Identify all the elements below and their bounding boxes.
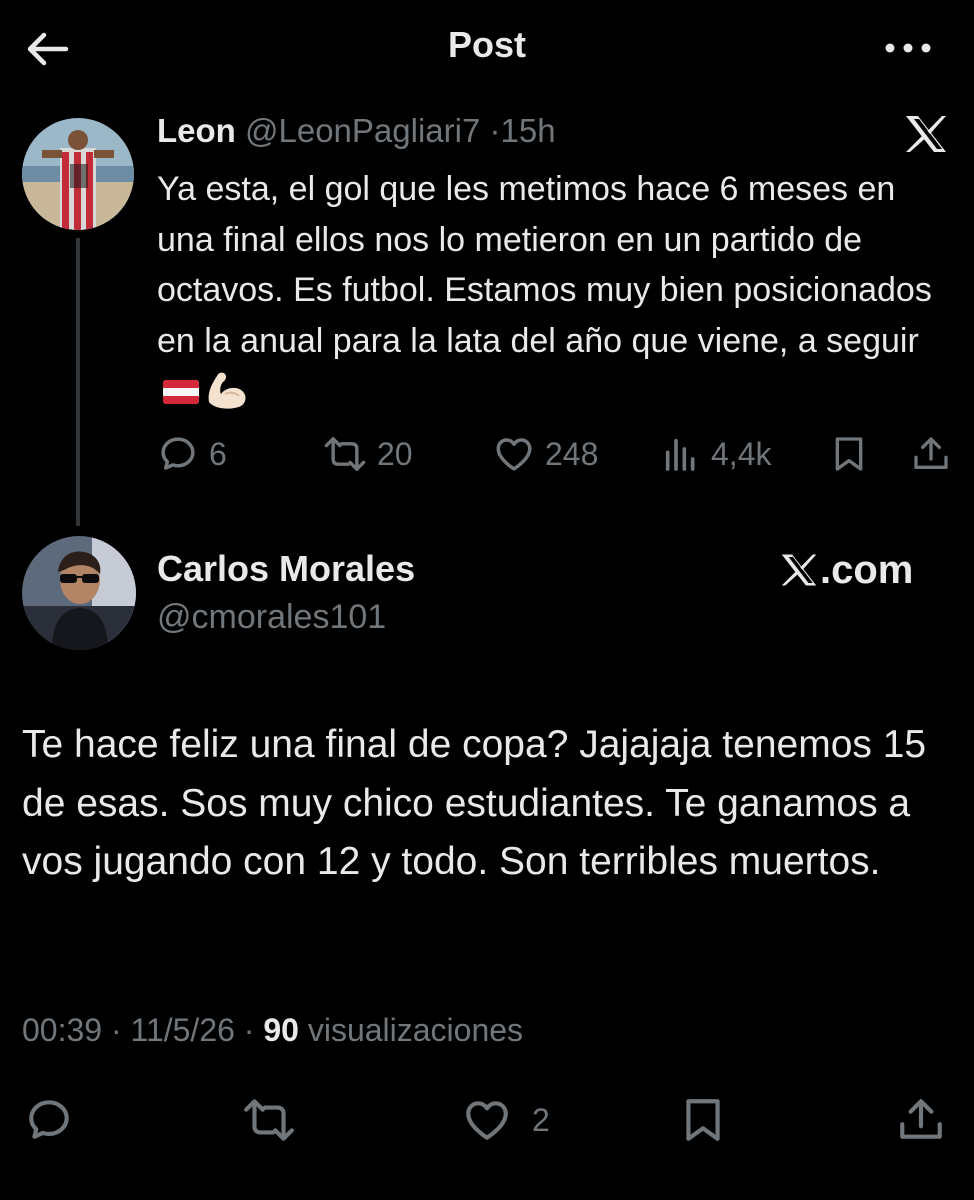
post-time: 15h — [500, 112, 556, 149]
more-options-button[interactable] — [880, 30, 936, 66]
more-icon — [885, 43, 931, 53]
share-icon — [900, 1099, 942, 1139]
brand-domain: .com — [820, 547, 914, 592]
bookmark-button[interactable] — [678, 1090, 728, 1150]
tweet-text-content: Ya esta, el gol que les metimos hace 6 m… — [157, 170, 932, 360]
like-icon — [496, 438, 532, 471]
author-name[interactable]: Carlos Morales — [157, 548, 415, 590]
like-count: 248 — [545, 435, 599, 472]
bookmark-button[interactable] — [829, 428, 869, 480]
thread-line — [76, 238, 80, 526]
avatar[interactable] — [22, 536, 136, 650]
like-button[interactable]: 2 — [462, 1090, 550, 1150]
x-logo-icon — [904, 114, 948, 154]
repost-button[interactable]: 20 — [323, 428, 413, 480]
reply-icon — [29, 1100, 69, 1139]
like-icon — [466, 1101, 508, 1140]
views-button[interactable]: 4,4k — [661, 428, 771, 480]
reply-button[interactable] — [24, 1090, 74, 1150]
post-text: Te hace feliz una final de copa? Jajajaj… — [22, 723, 927, 883]
profile-photo — [22, 118, 134, 230]
reply-tweet-header: Leon @LeonPagliari7 ·15h — [157, 112, 556, 150]
separator: · — [243, 1012, 255, 1048]
repost-button[interactable] — [242, 1090, 296, 1150]
like-count: 2 — [532, 1101, 550, 1138]
flexed-biceps-emoji — [203, 368, 251, 410]
author-handle[interactable]: @cmorales101 — [157, 598, 386, 637]
reply-icon — [161, 437, 195, 470]
views-count: 4,4k — [711, 435, 772, 472]
separator: · — [110, 1012, 122, 1048]
avatar[interactable] — [22, 118, 134, 230]
views-icon — [665, 438, 695, 471]
x-brand-logo: .com — [780, 548, 930, 592]
reply-tweet-text: Ya esta, el gol que les metimos hace 6 m… — [157, 164, 947, 417]
post-time[interactable]: 00:39 — [22, 1012, 102, 1048]
share-icon — [914, 437, 948, 469]
separator: · — [489, 112, 501, 149]
views-count: 90 — [263, 1012, 299, 1048]
share-button[interactable] — [896, 1090, 946, 1150]
x-logo-icon — [781, 554, 817, 586]
reply-count: 6 — [209, 435, 227, 472]
author-name[interactable]: Leon — [157, 112, 236, 149]
author-handle[interactable]: @LeonPagliari7 — [245, 112, 480, 149]
bookmark-icon — [835, 437, 863, 471]
repost-icon — [324, 437, 366, 471]
post-date[interactable]: 11/5/26 — [131, 1012, 235, 1048]
reply-tweet-actions: 6 20 248 4,4k — [157, 428, 957, 480]
like-button[interactable]: 248 — [493, 428, 598, 480]
profile-photo — [22, 536, 136, 650]
bookmark-icon — [686, 1099, 720, 1141]
views-label: visualizaciones — [307, 1012, 524, 1048]
reply-button[interactable]: 6 — [157, 428, 227, 480]
page-title: Post — [447, 24, 526, 65]
repost-icon — [244, 1099, 294, 1141]
share-button[interactable] — [911, 428, 951, 480]
repost-count: 20 — [377, 435, 413, 472]
post-timestamp: 00:39 · 11/5/26 · 90 visualizaciones — [22, 1012, 523, 1049]
post-actions: 2 — [0, 1090, 974, 1150]
flag-emoji — [163, 380, 199, 404]
